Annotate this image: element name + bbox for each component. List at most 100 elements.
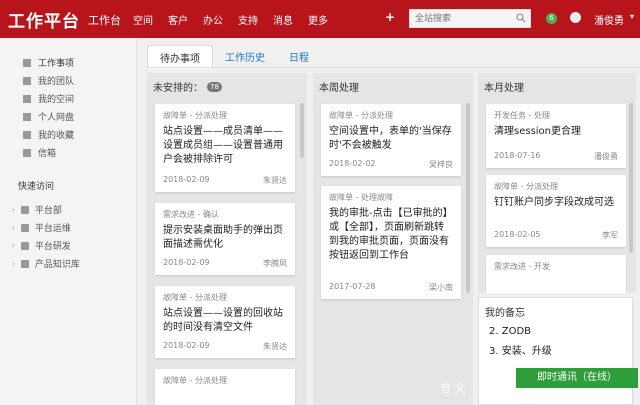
task-card[interactable]: 需求改进 - 开发 (486, 255, 626, 293)
card-title: 站点设置——成员清单——设置成员组——设置普通用户会被排除许可 (163, 126, 283, 165)
sidebar-item-tasks[interactable]: 工作事项 (23, 56, 74, 69)
column-week: 本周处理 故障单 - 分派处理 空间设置中，表单的'当保存时'不会被触发 201… (313, 73, 473, 405)
card-meta: 2017-07-28 梁小南 (329, 282, 453, 293)
task-card[interactable]: 故障单 - 处理故障 我的审批-点击【已审批的】或【全部】，页面刷新跳转到我的审… (321, 186, 461, 299)
card-date: 2018-02-09 (163, 341, 210, 350)
card-date: 2018-02-09 (163, 258, 210, 267)
nav-item-office[interactable]: 办公 (203, 12, 223, 28)
sidebar-item-label: 我的收藏 (38, 131, 75, 141)
top-bar: 工作平台 工作台 空间 客户 办公 支持 消息 更多 + 6 潘俊勇 ▾ (0, 0, 640, 38)
memo-title: 我的备忘 (485, 308, 525, 319)
sidebar-item-space[interactable]: 我的空间 (23, 92, 74, 105)
scrollbar[interactable] (466, 103, 470, 293)
card-category: 需求改进 - 确认 (163, 210, 219, 219)
column-title: 本周处理 (319, 83, 359, 94)
nav-item-workbench[interactable]: 工作台 (88, 12, 121, 28)
card-user: 朱贤达 (263, 342, 287, 351)
chevron-down-icon[interactable]: ▾ (630, 12, 634, 21)
task-card[interactable]: 开发任务 - 处理 清理session更合理 2018-07-16 潘俊勇 (486, 104, 626, 168)
sidebar-item-drive[interactable]: 个人网盘 (23, 110, 74, 123)
quick-item-label: 平台部 (34, 206, 62, 216)
card-meta: 2018-07-16 潘俊勇 (494, 151, 618, 162)
brand-logo[interactable]: 工作平台 (8, 7, 80, 32)
tab-schedule[interactable]: 日程 (277, 45, 321, 69)
tab-history[interactable]: 工作历史 (213, 45, 277, 69)
quick-item-label: 产品知识库 (34, 260, 80, 270)
scrollbar[interactable] (629, 103, 633, 253)
user-name[interactable]: 潘俊勇 (594, 12, 624, 27)
cube-icon (23, 94, 31, 103)
card-meta: 2018-02-09 朱贤达 (163, 341, 287, 352)
card-title: 提示安装桌面助手的弹出页面描述需优化 (163, 225, 283, 250)
quick-item-ops[interactable]: › 平台运维 (12, 221, 71, 234)
sidebar-item-favorites[interactable]: 我的收藏 (23, 128, 74, 141)
card-user: 潘俊勇 (594, 152, 618, 161)
card-user: 梁小南 (429, 283, 453, 292)
search-icon[interactable] (516, 13, 526, 23)
nav-item-space[interactable]: 空间 (133, 12, 153, 28)
card-date: 2018-02-05 (494, 230, 541, 239)
notification-badge[interactable]: 6 (546, 13, 557, 24)
chevron-right-icon[interactable]: › (12, 224, 15, 232)
card-date: 2018-07-16 (494, 151, 541, 160)
card-category: 开发任务 - 处理 (494, 111, 550, 120)
card-category: 故障单 - 分派处理 (163, 111, 227, 120)
task-card[interactable]: 故障单 - 分派处理 空间设置中，表单的'当保存时'不会被触发 2018-02-… (321, 104, 461, 176)
sidebar: 工作事项 我的团队 我的空间 个人网盘 我的收藏 信箱 快速访问 › 平台部 ›… (0, 38, 137, 405)
column-title-text: 未安排的： (153, 83, 203, 94)
task-card[interactable]: 故障单 - 分派处理 (155, 369, 295, 405)
card-category: 故障单 - 处理故障 (329, 193, 393, 202)
column-month: 本月处理 开发任务 - 处理 清理session更合理 2018-07-16 潘… (478, 73, 636, 293)
search-box (409, 9, 531, 28)
nav-item-customer[interactable]: 客户 (168, 12, 188, 28)
chevron-right-icon[interactable]: › (12, 260, 15, 268)
quick-access-heading: 快速访问 (18, 182, 55, 192)
nav-item-messages[interactable]: 消息 (273, 12, 293, 28)
team-icon (23, 76, 31, 85)
card-date: 2018-02-09 (163, 175, 210, 184)
tab-divider (147, 67, 640, 68)
sidebar-item-label: 个人网盘 (38, 113, 75, 123)
plus-icon[interactable]: + (385, 10, 395, 24)
card-date: 2018-02-02 (329, 159, 376, 168)
scrollbar[interactable] (300, 103, 304, 158)
cube-icon (20, 205, 29, 214)
card-user: 吴梓良 (429, 160, 453, 169)
chevron-right-icon[interactable]: › (12, 206, 15, 214)
card-title: 钉钉账户同步字段改成可选 (494, 197, 614, 208)
card-title: 站点设置——设置的回收站的时间没有清空文件 (163, 308, 283, 333)
card-meta: 2018-02-09 朱贤达 (163, 175, 287, 186)
nav-item-more[interactable]: 更多 (308, 12, 328, 28)
card-title: 清理session更合理 (494, 126, 582, 137)
tab-todo[interactable]: 待办事项 (147, 45, 213, 69)
memo-line[interactable]: 2. ZODB (489, 326, 531, 337)
task-card[interactable]: 需求改进 - 确认 提示安装桌面助手的弹出页面描述需优化 2018-02-09 … (155, 203, 295, 275)
task-card[interactable]: 故障单 - 分派处理 钉钉账户同步字段改成可选 2018-02-05 李军 (486, 175, 626, 247)
card-meta: 2018-02-05 李军 (494, 230, 618, 241)
nav-item-support[interactable]: 支持 (238, 12, 258, 28)
quick-item-label: 平台研发 (34, 242, 71, 252)
sidebar-item-label: 信箱 (38, 149, 57, 159)
memo-line[interactable]: 3. 安装、升级 (489, 342, 552, 357)
sidebar-item-mailbox[interactable]: 信箱 (23, 146, 56, 159)
instant-message-button[interactable]: 即时通讯（在线） (516, 368, 638, 388)
quick-item-rd[interactable]: › 平台研发 (12, 239, 71, 252)
sidebar-item-label: 工作事项 (38, 59, 75, 69)
search-input[interactable] (410, 10, 510, 27)
card-category: 需求改进 - 开发 (494, 262, 550, 271)
sidebar-item-label: 我的团队 (38, 77, 75, 87)
globe-icon[interactable] (570, 12, 581, 23)
main-nav: 工作台 空间 客户 办公 支持 消息 更多 (88, 12, 343, 28)
quick-item-label: 平台运维 (34, 224, 71, 234)
sidebar-item-team[interactable]: 我的团队 (23, 74, 74, 87)
task-card[interactable]: 故障单 - 分派处理 站点设置——成员清单——设置成员组——设置普通用户会被排除… (155, 104, 295, 192)
quick-item-knowledge[interactable]: › 产品知识库 (12, 257, 80, 270)
card-category: 故障单 - 分派处理 (163, 376, 227, 385)
chevron-right-icon[interactable]: › (12, 242, 15, 250)
task-card[interactable]: 故障单 - 分派处理 站点设置——设置的回收站的时间没有清空文件 2018-02… (155, 286, 295, 358)
card-user: 李腾凤 (263, 259, 287, 268)
quick-item-platform[interactable]: › 平台部 (12, 203, 62, 216)
card-meta: 2018-02-09 李腾凤 (163, 258, 287, 269)
card-category: 故障单 - 分派处理 (494, 182, 558, 191)
card-meta: 2018-02-02 吴梓良 (329, 159, 453, 170)
